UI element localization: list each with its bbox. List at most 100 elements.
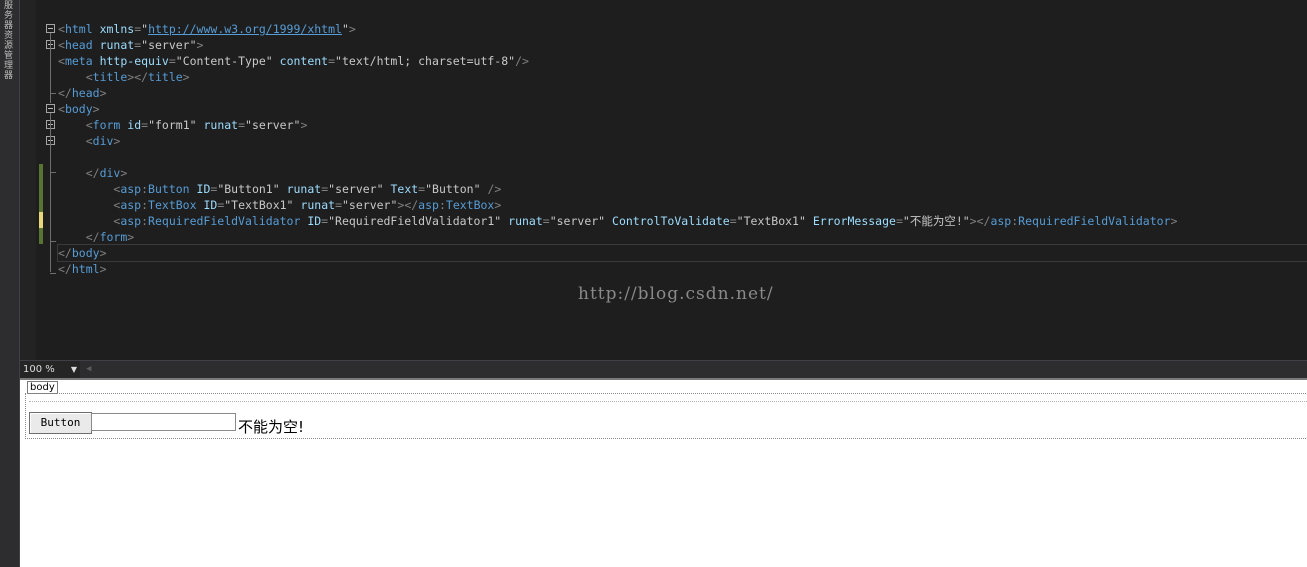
change-indicator-saved xyxy=(39,164,43,212)
code-lines[interactable]: <html xmlns="http://www.w3.org/1999/xhtm… xyxy=(57,21,1307,277)
chevron-down-icon: ▼ xyxy=(70,365,77,374)
code-token: form xyxy=(99,230,128,244)
code-token: = xyxy=(335,198,342,212)
code-token: asp xyxy=(990,214,1012,228)
code-token: asp xyxy=(418,198,439,212)
fold-guide-end xyxy=(50,172,56,173)
code-token: > xyxy=(196,38,204,52)
code-token: /> xyxy=(515,54,529,68)
code-token: "server" xyxy=(549,214,606,228)
code-token: </ xyxy=(58,262,72,276)
code-token: head xyxy=(71,86,100,100)
fold-guide xyxy=(50,145,51,172)
fold-guide-end xyxy=(50,93,56,94)
code-token: > xyxy=(182,70,190,84)
scroll-left-icon[interactable]: ◀ xyxy=(86,364,91,374)
code-token: "RequiredFieldValidator1" xyxy=(328,214,502,228)
editor-gutter xyxy=(20,0,36,360)
code-token: "form1" xyxy=(148,118,197,132)
code-token: runat xyxy=(508,214,543,228)
code-token: : xyxy=(141,182,149,196)
code-line[interactable]: <body> xyxy=(58,101,1307,117)
code-token: < xyxy=(58,22,65,36)
code-token: asp xyxy=(120,214,142,228)
collapse-body-icon[interactable] xyxy=(46,104,55,113)
code-line[interactable]: <head runat="server"> xyxy=(58,37,1307,53)
code-token: "Button1" xyxy=(217,182,280,196)
div-outline xyxy=(29,401,1307,411)
code-token: < xyxy=(58,102,65,116)
code-token: </ xyxy=(85,166,100,180)
textbox1-control[interactable] xyxy=(91,413,236,431)
fold-guide xyxy=(50,113,51,272)
code-token: = xyxy=(542,214,550,228)
code-token: content xyxy=(279,54,329,68)
code-line[interactable]: <html xmlns="http://www.w3.org/1999/xhtm… xyxy=(58,21,1307,37)
code-line[interactable]: </body> xyxy=(57,244,1307,262)
code-token: asp xyxy=(120,198,142,212)
editor-statusbar: 100 % ▼ ◀ xyxy=(20,360,1307,378)
code-line[interactable]: </div> xyxy=(58,165,1307,181)
button1-control[interactable]: Button xyxy=(29,412,92,434)
code-token: < xyxy=(85,70,93,84)
code-token: /> xyxy=(487,182,502,196)
code-line[interactable]: <form id="form1" runat="server"> xyxy=(58,117,1307,133)
code-token: ></ xyxy=(969,214,991,228)
code-token: head xyxy=(64,38,93,52)
code-token: ErrorMessage xyxy=(812,214,896,228)
splitter[interactable] xyxy=(20,378,1307,380)
code-line[interactable]: <asp:TextBox ID="TextBox1" runat="server… xyxy=(58,197,1307,213)
code-editor[interactable]: <html xmlns="http://www.w3.org/1999/xhtm… xyxy=(20,0,1307,360)
code-token: body xyxy=(64,102,93,116)
code-token: runat xyxy=(99,38,135,52)
code-token: "server" xyxy=(342,198,398,212)
code-token: > xyxy=(92,102,100,116)
code-token: > xyxy=(127,230,135,244)
code-token: xmlns xyxy=(99,22,135,36)
code-token: "server" xyxy=(328,182,384,196)
code-token: < xyxy=(85,118,93,132)
code-token: "不能为空!" xyxy=(902,214,970,228)
code-token: "server" xyxy=(245,118,301,132)
code-token: = xyxy=(729,214,737,228)
code-line[interactable]: <div> xyxy=(58,133,1307,149)
code-token: > xyxy=(99,86,107,100)
code-token: = xyxy=(328,54,336,68)
code-token: "Button" xyxy=(425,182,481,196)
code-line[interactable]: <asp:RequiredFieldValidator ID="Required… xyxy=(58,213,1307,229)
code-token: > xyxy=(99,246,107,260)
code-token: > xyxy=(1170,214,1178,228)
code-line[interactable]: </html> xyxy=(58,261,1307,277)
code-line[interactable]: <title></title> xyxy=(58,69,1307,85)
code-line[interactable]: </head> xyxy=(58,85,1307,101)
zoom-level: 100 % xyxy=(23,364,55,375)
code-token[interactable]: http://www.w3.org/1999/xhtml xyxy=(148,22,342,36)
code-token: ></ xyxy=(127,70,149,84)
code-token: title xyxy=(92,70,128,84)
code-token: html xyxy=(64,22,93,36)
code-token: ID xyxy=(307,214,322,228)
server-explorer-tab[interactable]: 服务器资源管理器 xyxy=(0,0,20,567)
code-token: "Content-Type" xyxy=(175,54,273,68)
code-token: ControlToValidate xyxy=(612,214,730,228)
design-surface[interactable]: body Button 不能为空! xyxy=(20,378,1307,567)
collapse-html-icon[interactable] xyxy=(46,24,55,33)
code-token: " xyxy=(341,22,349,36)
code-line[interactable]: <asp:Button ID="Button1" runat="server" … xyxy=(58,181,1307,197)
zoom-select[interactable]: 100 % ▼ xyxy=(20,361,80,378)
validator-error-message: 不能为空! xyxy=(238,418,305,436)
code-token: < xyxy=(85,134,93,148)
code-line[interactable]: </form> xyxy=(58,229,1307,245)
code-line[interactable]: <meta http-equiv="Content-Type" content=… xyxy=(58,53,1307,69)
change-indicator-unsaved xyxy=(39,212,43,228)
code-token: runat xyxy=(300,198,336,212)
code-token: RequiredFieldValidator xyxy=(148,214,301,228)
code-line[interactable] xyxy=(58,149,1307,165)
code-token: > xyxy=(113,134,121,148)
